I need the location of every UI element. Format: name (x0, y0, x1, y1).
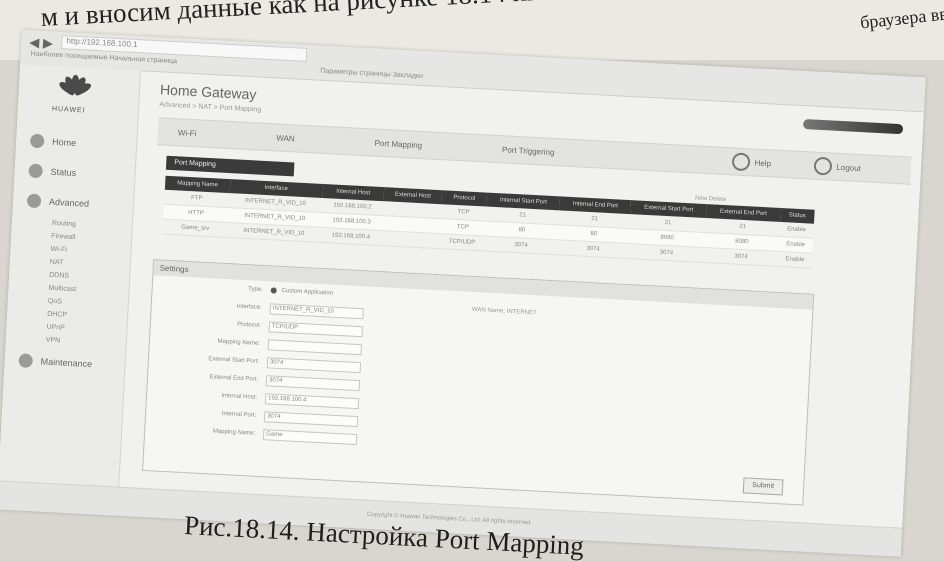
home-icon (29, 133, 45, 149)
page-menu[interactable]: Параметры страницы Закладки (320, 68, 423, 80)
logout-button[interactable]: Logout (813, 156, 862, 177)
type-value: Custom Application (281, 287, 334, 297)
interface-select[interactable]: INTERNET_R_VID_10 (269, 302, 364, 319)
sidebar-item-label: Status (50, 166, 77, 179)
huawei-logo-icon (54, 72, 96, 108)
tab-port-mapping[interactable]: Port Mapping (374, 138, 422, 149)
sidebar-item-label: Advanced (48, 196, 90, 209)
back-icon[interactable]: ◀ ▶ (29, 34, 53, 51)
logout-label: Logout (836, 162, 862, 173)
field-label: Internal Host: (221, 392, 258, 401)
table-cell: 192.168.100.4 (319, 227, 382, 246)
mapping-name-field-2[interactable]: Game (262, 428, 358, 445)
field-label: Interface: (236, 303, 262, 311)
mapping-name-field[interactable] (267, 338, 363, 355)
port-mapping-table: Mapping Name Interface Internal Host Ext… (162, 175, 815, 269)
table-cell (381, 230, 441, 249)
sidebar-item-label: Home (51, 136, 77, 148)
settings-panel: Settings WAN Name: INTERNET Type: Custom… (142, 259, 815, 506)
sidebar-item-maintenance[interactable]: Maintenance (4, 345, 125, 381)
external-end-port-field[interactable]: 3074 (265, 374, 361, 391)
sidebar-menu: Home Status Advanced Routing Firewall Wi… (4, 125, 137, 381)
help-icon (731, 152, 751, 172)
table-cell: 3074 (627, 243, 705, 263)
external-start-port-field[interactable]: 3074 (266, 356, 362, 373)
table-cell: 3074 (704, 247, 779, 267)
internal-host-field[interactable]: 192.168.100.4 (264, 392, 360, 409)
field-label: External Start Port: (208, 356, 260, 365)
help-button[interactable]: Help (731, 152, 771, 172)
tab-port-triggering[interactable]: Port Triggering (502, 145, 555, 157)
sidebar-item-label: Maintenance (40, 356, 93, 370)
logo-text: HUAWEI (51, 105, 86, 115)
tab-wifi[interactable]: Wi-Fi (178, 128, 197, 138)
status-icon (28, 163, 44, 179)
tab-wan[interactable]: WAN (276, 133, 295, 143)
page-title: Home Gateway (159, 81, 257, 103)
brand-bar (802, 119, 904, 135)
protocol-select[interactable]: TCP/UDP (268, 320, 363, 337)
breadcrumb: Advanced > NAT > Port Mapping (159, 101, 262, 114)
main-content: Home Gateway Advanced > NAT > Port Mappi… (119, 70, 924, 528)
help-label: Help (754, 158, 772, 168)
field-label: Protocol: (237, 321, 261, 329)
maintenance-icon (18, 353, 34, 369)
field-label: Type: (247, 286, 263, 293)
field-label: External End Port: (209, 374, 259, 383)
type-radio[interactable] (270, 287, 277, 294)
logout-icon (813, 156, 832, 176)
router-screenshot: ◀ ▶ http://192.168.100.1 Наиболее посеща… (0, 30, 926, 557)
field-label: Internal Port: (221, 410, 257, 419)
table-cell: Game_srv (162, 219, 228, 238)
submit-button[interactable]: Submit (742, 477, 784, 496)
table-actions[interactable]: New Delete (695, 195, 726, 203)
table-cell: 3074 (557, 239, 629, 259)
table-cell: Enable (777, 251, 813, 269)
sidebar: HUAWEI Home Status Advanced Routing Fire… (0, 63, 142, 488)
table-cell: TCP/UDP (439, 233, 485, 251)
advanced-icon (26, 193, 42, 209)
section-tab-port-mapping[interactable]: Port Mapping (165, 155, 295, 177)
internal-port-field[interactable]: 3074 (263, 410, 359, 427)
field-label: Mapping Name: (217, 338, 261, 347)
field-label: Mapping Name: (212, 428, 256, 437)
table-cell: 3074 (484, 236, 559, 255)
